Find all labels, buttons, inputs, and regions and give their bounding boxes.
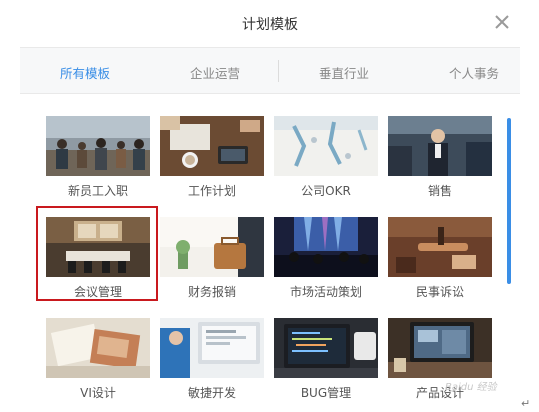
template-thumbnail	[46, 318, 150, 378]
template-thumbnail	[160, 318, 264, 378]
tab-all-templates[interactable]: 所有模板	[60, 63, 110, 82]
template-label: 财务报销	[187, 285, 236, 299]
template-thumbnail	[388, 116, 492, 176]
template-card-civil-litigation[interactable]: 民事诉讼	[388, 217, 498, 303]
template-thumbnail	[274, 217, 378, 277]
template-card-agile-development[interactable]: 敏捷开发	[160, 318, 270, 404]
tab-personal-affairs[interactable]: 个人事务	[449, 63, 499, 82]
dialog-title: 计划模板	[242, 17, 298, 33]
template-label: 新员工入职	[67, 184, 128, 198]
tab-vertical-industry[interactable]: 垂直行业	[319, 63, 369, 82]
template-card-marketing-event[interactable]: 市场活动策划	[274, 217, 384, 303]
template-card-sales[interactable]: 销售	[388, 116, 498, 202]
template-thumbnail	[160, 217, 264, 277]
template-thumbnail	[388, 217, 492, 277]
template-label: 公司OKR	[301, 184, 351, 198]
template-label: 销售	[427, 184, 452, 198]
template-thumbnail	[388, 318, 492, 378]
close-icon[interactable]	[492, 12, 512, 32]
tab-business-operations[interactable]: 企业运营	[190, 63, 240, 82]
template-label: BUG管理	[300, 386, 352, 400]
template-label: 敏捷开发	[187, 386, 236, 400]
plan-template-dialog: 计划模板 所有模板 企业运营 垂直行业 个人事务 新员工入职 工作计划 公司OK…	[20, 0, 520, 412]
selected-template-highlight	[36, 206, 158, 301]
template-thumbnail	[160, 116, 264, 176]
template-grid: 新员工入职 工作计划 公司OKR 销售 会议管理 财务报销 市场活动策划 民事诉…	[20, 95, 520, 412]
template-thumbnail	[274, 116, 378, 176]
tab-divider	[278, 60, 279, 82]
template-card-expense-reimbursement[interactable]: 财务报销	[160, 217, 270, 303]
template-thumbnail	[274, 318, 378, 378]
template-label: 工作计划	[187, 184, 236, 198]
template-card-company-okr[interactable]: 公司OKR	[274, 116, 384, 202]
template-label: 民事诉讼	[415, 285, 464, 299]
template-card-new-employee[interactable]: 新员工入职	[46, 116, 156, 202]
watermark: Baidu 经验	[445, 382, 497, 393]
dialog-header: 计划模板	[20, 0, 520, 48]
scrollbar-thumb[interactable]	[507, 118, 511, 284]
return-mark: ↵	[521, 397, 531, 410]
template-thumbnail	[46, 116, 150, 176]
template-card-vi-design[interactable]: VI设计	[46, 318, 156, 404]
template-card-bug-management[interactable]: BUG管理	[274, 318, 384, 404]
template-label: VI设计	[80, 386, 116, 400]
template-card-work-plan[interactable]: 工作计划	[160, 116, 270, 202]
category-tabs: 所有模板 企业运营 垂直行业 个人事务	[20, 48, 520, 94]
template-label: 市场活动策划	[289, 285, 362, 299]
